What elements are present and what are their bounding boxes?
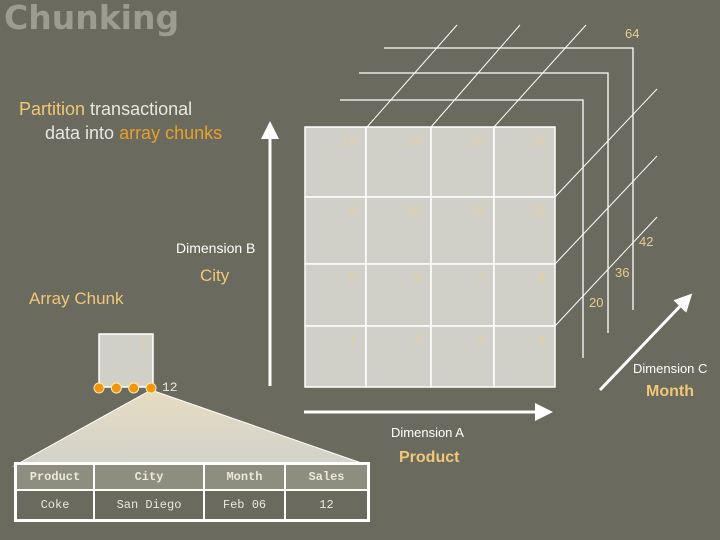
dimension-c-name: Month: [646, 383, 694, 400]
header-city: City: [93, 462, 205, 491]
front-grid: 13 14 15 169 10 11 125 6 7 81 2 3 4: [304, 126, 556, 388]
grid-cell[interactable]: [304, 126, 367, 198]
grid-cell-number: 10: [407, 203, 421, 218]
grid-cell-number: 16: [531, 133, 545, 148]
grid-cell[interactable]: [493, 325, 556, 388]
grid-cell-number: 13: [342, 133, 356, 148]
grid-cell[interactable]: [304, 263, 367, 327]
array-chunk-id: 1: [140, 335, 147, 350]
record-expansion-fan: [12, 389, 371, 467]
depth-label-36: 36: [615, 265, 630, 280]
grid-cell[interactable]: [430, 263, 495, 327]
grid-cell-number: 4: [538, 332, 545, 347]
grid-cell-number: 8: [538, 270, 545, 285]
grid-cell-number: 7: [477, 270, 484, 285]
depth-label-42: 42: [639, 234, 654, 249]
cell-month: Feb 06: [203, 489, 286, 522]
grid-cell[interactable]: [304, 325, 367, 388]
header-product: Product: [14, 462, 95, 491]
grid-cell[interactable]: [493, 126, 556, 198]
dimension-a-label: Dimension A: [391, 425, 464, 440]
grid-cell[interactable]: [365, 263, 432, 327]
grid-cell-number: 5: [349, 270, 356, 285]
grid-cell-number: 9: [349, 203, 356, 218]
grid-cell-number: 1: [349, 332, 356, 347]
record-table-header-row: Product City Month Sales: [14, 462, 370, 491]
dimension-c-axis-arrow: [598, 293, 693, 392]
grid-cell[interactable]: [365, 325, 432, 388]
dimension-b-name: City: [200, 266, 230, 285]
grid-cell[interactable]: [365, 126, 432, 198]
grid-cell[interactable]: [430, 126, 495, 198]
grid-cell-number: 12: [531, 203, 545, 218]
cell-city: San Diego: [93, 489, 205, 522]
array-chunk-label: Array Chunk: [29, 289, 124, 308]
depth-label-64: 64: [625, 26, 640, 41]
dimension-b-label: Dimension B: [176, 240, 256, 256]
dimension-a-name: Product: [399, 449, 460, 466]
grid-cell[interactable]: [430, 196, 495, 265]
array-chunk-dot: [93, 382, 105, 394]
array-chunk-value: 12: [162, 380, 178, 395]
depth-line: [554, 88, 658, 198]
depth-label-20: 20: [589, 295, 604, 310]
chunk-cube-diagram: 13 14 15 169 10 11 125 6 7 81 2 3 4 1: [12, 24, 693, 467]
depth-line: [430, 24, 521, 128]
grid-cell[interactable]: [493, 263, 556, 327]
header-month: Month: [203, 462, 286, 491]
grid-cell[interactable]: [304, 196, 367, 265]
record-table: Product City Month Sales Coke San Diego …: [14, 462, 370, 522]
dimension-c-label: Dimension C: [633, 361, 708, 376]
grid-cell[interactable]: [493, 196, 556, 265]
array-chunk-dot: [128, 382, 140, 394]
grid-cell[interactable]: [365, 196, 432, 265]
grid-cell-number: 15: [470, 133, 484, 148]
cell-sales: 12: [284, 489, 370, 522]
depth-line: [493, 24, 587, 128]
table-row: Coke San Diego Feb 06 12: [14, 489, 370, 522]
grid-cell-number: 11: [471, 203, 485, 218]
grid-cell-number: 6: [414, 270, 421, 285]
grid-cell-number: 14: [407, 133, 421, 148]
cell-product: Coke: [14, 489, 95, 522]
grid-cell[interactable]: [430, 325, 495, 388]
grid-cell-number: 3: [477, 332, 484, 347]
array-chunk-dot: [110, 382, 122, 394]
grid-cell-number: 2: [414, 332, 421, 347]
header-sales: Sales: [284, 462, 370, 491]
array-chunk-dot: [145, 382, 157, 394]
depth-line: [366, 24, 458, 128]
